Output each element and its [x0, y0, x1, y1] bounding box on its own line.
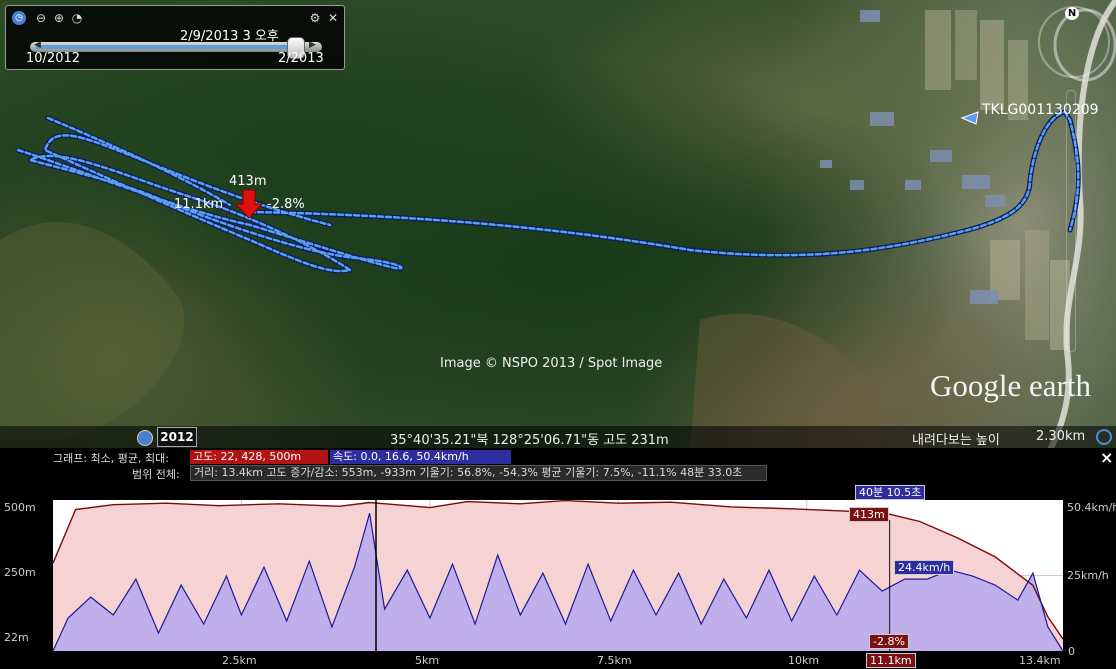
x-axis-tick: 2.5km: [222, 654, 257, 667]
left-axis-tick: 22m: [4, 631, 29, 644]
x-axis-tick: 5km: [415, 654, 440, 667]
marker-distance-label: 11.1km: [174, 197, 224, 212]
coordinates-readout: 35°40'35.21"북 128°25'06.71"동 고도 231m: [390, 433, 669, 448]
elevation-speed-chart[interactable]: [0, 448, 1116, 669]
x-axis-tick: 13.4km: [1019, 654, 1061, 667]
zoom-in-icon[interactable]: ⊕: [52, 11, 66, 25]
imagery-copyright: Image © NSPO 2013 / Spot Image: [440, 356, 663, 371]
slider-right-arrow[interactable]: ▶: [309, 40, 316, 50]
time-slider-fill: [36, 45, 296, 49]
map-view[interactable]: TKLG001130209 413m 11.1km -2.8% Image © …: [0, 0, 1116, 450]
right-axis-tick: 50.4km/h: [1067, 501, 1116, 514]
marker-slope-label: -2.8%: [267, 197, 305, 212]
track-end-marker[interactable]: [960, 111, 979, 125]
wrench-icon[interactable]: ⚙: [308, 11, 322, 25]
compass-north-icon[interactable]: N: [1065, 7, 1079, 20]
eye-altitude-value: 2.30km: [1036, 429, 1086, 444]
cursor-speed-tag: 24.4km/h: [894, 560, 955, 575]
zoom-slider[interactable]: [1066, 90, 1076, 352]
left-axis-tick: 500m: [4, 501, 36, 514]
track-name-label[interactable]: TKLG001130209: [982, 102, 1099, 118]
marker-elevation-label: 413m: [229, 174, 267, 189]
right-axis-tick: 25km/h: [1067, 569, 1109, 582]
right-axis-tick: 0: [1068, 645, 1075, 658]
left-axis-tick: 250m: [4, 566, 36, 579]
elevation-profile-panel: × 그래프: 최소, 평균, 최대: 고도: 22, 428, 500m 속도:…: [0, 448, 1116, 669]
x-axis-tick: 10km: [788, 654, 820, 667]
historical-imagery-icon[interactable]: [137, 430, 153, 446]
close-icon[interactable]: ✕: [326, 11, 340, 25]
slider-left-arrow[interactable]: ◀: [34, 40, 41, 50]
cursor-slope-tag: -2.8%: [869, 634, 909, 649]
time-slider-widget: ◷ ⊖ ⊕ ◔ ⚙ ✕ 2/9/2013 3 오후 ◀ ▶ 10/2012 2/…: [5, 5, 345, 70]
clock-icon[interactable]: ◷: [12, 11, 26, 25]
eye-altitude-label: 내려다보는 높이: [912, 433, 1000, 448]
cursor-elevation-tag: 413m: [849, 507, 889, 522]
cursor-distance-tag: 11.1km: [866, 653, 916, 668]
play-icon[interactable]: ◔: [70, 11, 84, 25]
google-earth-logo: Google earth: [930, 368, 1091, 403]
zoom-out-icon[interactable]: ⊖: [34, 11, 48, 25]
imagery-year-badge[interactable]: 2012: [157, 427, 197, 447]
range-end-label: 2/2013: [278, 51, 324, 66]
loading-status-icon: [1096, 429, 1112, 445]
status-bar: 2012 35°40'35.21"북 128°25'06.71"동 고도 231…: [0, 426, 1116, 448]
range-start-label: 10/2012: [26, 51, 81, 66]
x-axis-tick: 7.5km: [597, 654, 632, 667]
cursor-time-tag: 40분 10.5초: [855, 485, 926, 500]
